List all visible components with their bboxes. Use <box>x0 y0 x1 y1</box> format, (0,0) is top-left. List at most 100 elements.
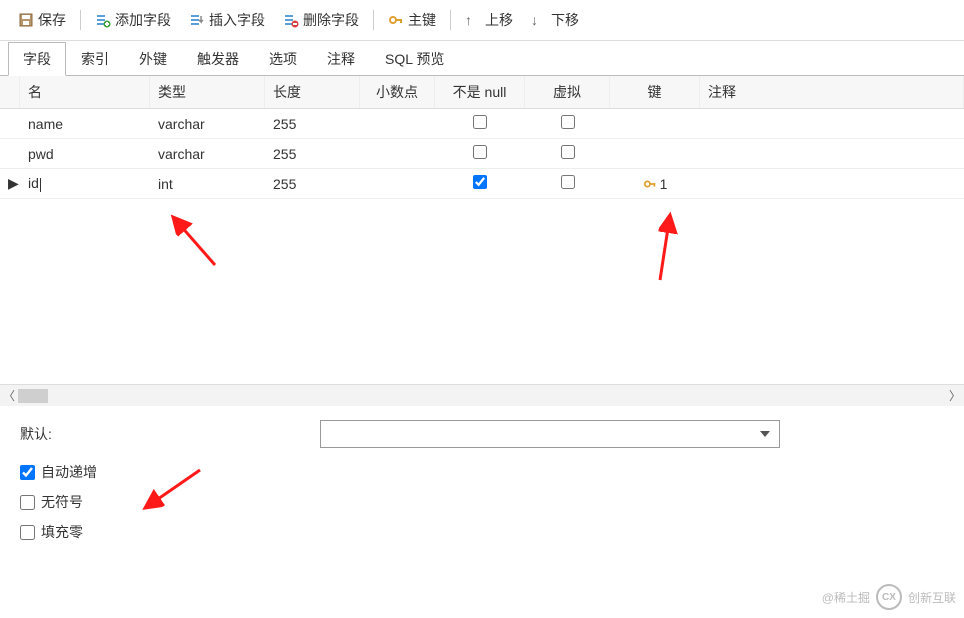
primary-key-button[interactable]: 主键 <box>380 6 444 34</box>
default-label: 默认: <box>20 424 320 444</box>
tabs: 字段索引外键触发器选项注释SQL 预览 <box>0 41 964 76</box>
field-name-cell[interactable]: id <box>20 171 150 195</box>
virtual-checkbox[interactable] <box>561 175 575 189</box>
auto-increment-checkbox[interactable] <box>20 465 35 480</box>
grid-body: namevarchar255pwdvarchar255▶idint2551 <box>0 109 964 384</box>
notnull-checkbox[interactable] <box>473 175 487 189</box>
save-button[interactable]: 保存 <box>10 6 74 34</box>
scroll-thumb[interactable] <box>18 389 48 403</box>
field-virtual-cell[interactable] <box>525 111 610 136</box>
field-length-cell[interactable]: 255 <box>265 172 360 196</box>
virtual-checkbox[interactable] <box>561 115 575 129</box>
field-length-cell[interactable]: 255 <box>265 142 360 166</box>
save-label: 保存 <box>38 10 66 30</box>
col-notnull-header[interactable]: 不是 null <box>435 76 525 108</box>
col-comment-header[interactable]: 注释 <box>700 76 964 108</box>
tab-6[interactable]: SQL 预览 <box>370 42 459 76</box>
field-virtual-cell[interactable] <box>525 171 610 196</box>
zerofill-checkbox[interactable] <box>20 525 35 540</box>
field-key-cell[interactable] <box>610 120 700 128</box>
key-icon <box>643 177 657 191</box>
horizontal-scrollbar[interactable]: 〈 〉 <box>0 384 964 406</box>
field-type-cell[interactable]: varchar <box>150 112 265 136</box>
watermark: @稀土掘 CX 创新互联 <box>822 584 956 610</box>
zerofill-row[interactable]: 填充零 <box>20 522 944 542</box>
delete-field-icon <box>283 12 299 28</box>
field-notnull-cell[interactable] <box>435 141 525 166</box>
col-marker <box>0 76 20 108</box>
field-type-cell[interactable]: varchar <box>150 142 265 166</box>
insert-field-button[interactable]: 插入字段 <box>181 6 273 34</box>
scroll-right-icon[interactable]: 〉 <box>946 387 964 404</box>
watermark-text: @稀土掘 <box>822 589 870 606</box>
field-comment-cell[interactable] <box>700 150 964 158</box>
field-comment-cell[interactable] <box>700 120 964 128</box>
add-field-label: 添加字段 <box>115 10 171 30</box>
col-virtual-header[interactable]: 虚拟 <box>525 76 610 108</box>
field-type-cell[interactable]: int <box>150 172 265 196</box>
toolbar: 保存 添加字段 插入字段 删除字段 主键 ↑ 上移 ↓ 下移 <box>0 0 964 41</box>
table-row[interactable]: namevarchar255 <box>0 109 964 139</box>
move-up-label: 上移 <box>485 10 513 30</box>
separator <box>80 10 81 30</box>
grid-header: 名 类型 长度 小数点 不是 null 虚拟 键 注释 <box>0 76 964 109</box>
tab-4[interactable]: 选项 <box>254 42 312 76</box>
tab-1[interactable]: 索引 <box>66 42 124 76</box>
arrow-down-icon: ↓ <box>531 12 547 28</box>
table-row[interactable]: ▶idint255 1 <box>0 169 964 199</box>
delete-field-label: 删除字段 <box>303 10 359 30</box>
col-name-header[interactable]: 名 <box>20 76 150 108</box>
add-field-icon <box>95 12 111 28</box>
move-up-button[interactable]: ↑ 上移 <box>457 6 521 34</box>
col-decimal-header[interactable]: 小数点 <box>360 76 435 108</box>
field-decimal-cell[interactable] <box>360 120 435 128</box>
field-key-cell[interactable] <box>610 150 700 158</box>
row-marker <box>0 150 20 158</box>
properties-panel: 默认: 自动递增 无符号 填充零 <box>0 406 964 566</box>
tab-5[interactable]: 注释 <box>312 42 370 76</box>
field-notnull-cell[interactable] <box>435 171 525 196</box>
notnull-checkbox[interactable] <box>473 115 487 129</box>
col-key-header[interactable]: 键 <box>610 76 700 108</box>
table-row[interactable]: pwdvarchar255 <box>0 139 964 169</box>
field-decimal-cell[interactable] <box>360 180 435 188</box>
tab-0[interactable]: 字段 <box>8 42 66 76</box>
delete-field-button[interactable]: 删除字段 <box>275 6 367 34</box>
arrow-up-icon: ↑ <box>465 12 481 28</box>
virtual-checkbox[interactable] <box>561 145 575 159</box>
unsigned-checkbox[interactable] <box>20 495 35 510</box>
key-icon <box>388 12 404 28</box>
insert-field-label: 插入字段 <box>209 10 265 30</box>
field-comment-cell[interactable] <box>700 180 964 188</box>
row-marker: ▶ <box>0 171 20 196</box>
scroll-left-icon[interactable]: 〈 <box>0 387 18 404</box>
auto-increment-label: 自动递增 <box>41 462 97 482</box>
auto-increment-row[interactable]: 自动递增 <box>20 462 944 482</box>
field-key-cell[interactable]: 1 <box>610 172 700 196</box>
move-down-button[interactable]: ↓ 下移 <box>523 6 587 34</box>
field-notnull-cell[interactable] <box>435 111 525 136</box>
col-length-header[interactable]: 长度 <box>265 76 360 108</box>
row-marker <box>0 120 20 128</box>
tab-3[interactable]: 触发器 <box>182 42 254 76</box>
field-length-cell[interactable]: 255 <box>265 112 360 136</box>
col-type-header[interactable]: 类型 <box>150 76 265 108</box>
field-decimal-cell[interactable] <box>360 150 435 158</box>
default-select[interactable] <box>320 420 780 448</box>
separator <box>373 10 374 30</box>
add-field-button[interactable]: 添加字段 <box>87 6 179 34</box>
watermark-text2: 创新互联 <box>908 589 956 606</box>
tab-2[interactable]: 外键 <box>124 42 182 76</box>
scroll-track[interactable] <box>18 389 946 403</box>
move-down-label: 下移 <box>551 10 579 30</box>
separator <box>450 10 451 30</box>
unsigned-row[interactable]: 无符号 <box>20 492 944 512</box>
insert-field-icon <box>189 12 205 28</box>
field-name-cell[interactable]: pwd <box>20 142 150 166</box>
notnull-checkbox[interactable] <box>473 145 487 159</box>
field-name-cell[interactable]: name <box>20 112 150 136</box>
field-virtual-cell[interactable] <box>525 141 610 166</box>
primary-key-label: 主键 <box>408 10 436 30</box>
save-icon <box>18 12 34 28</box>
field-grid: 名 类型 长度 小数点 不是 null 虚拟 键 注释 namevarchar2… <box>0 76 964 384</box>
